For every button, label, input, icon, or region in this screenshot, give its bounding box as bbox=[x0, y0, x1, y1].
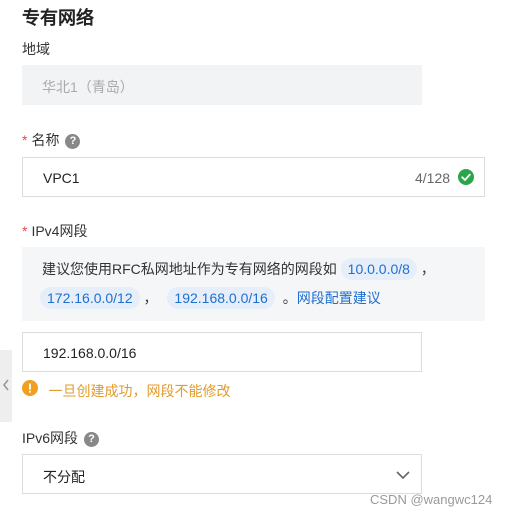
tip-line-1: 建议您使用RFC私网地址作为专有网络的网段如 10.0.0.0/8 ， bbox=[42, 258, 435, 280]
ipv4-tip-box: 建议您使用RFC私网地址作为专有网络的网段如 10.0.0.0/8 ， 172.… bbox=[22, 247, 485, 321]
region-label: 地域 bbox=[22, 41, 50, 57]
required-mark: * bbox=[22, 132, 28, 148]
watermark: CSDN @wangwc124 bbox=[370, 492, 493, 507]
ipv6-select[interactable]: 不分配 bbox=[22, 454, 422, 494]
ipv4-warning: 一旦创建成功，网段不能修改 bbox=[22, 380, 230, 401]
name-counter: 4/128 bbox=[415, 170, 451, 186]
ipv4-label: IPv4网段 bbox=[31, 223, 88, 239]
ipv4-input[interactable]: 192.168.0.0/16 bbox=[22, 332, 422, 372]
ipv4-label-row: * IPv4网段 bbox=[22, 221, 87, 241]
suggestion-chip[interactable]: 10.0.0.0/8 bbox=[340, 258, 417, 280]
help-icon[interactable]: ? bbox=[84, 431, 100, 447]
check-circle-icon bbox=[458, 169, 474, 190]
tip-line-2: 172.16.0.0/12 ， 192.168.0.0/16 。网段配置建议 bbox=[40, 287, 381, 309]
ipv6-label: IPv6网段 bbox=[22, 430, 79, 446]
region-value: 华北1（青岛） bbox=[42, 79, 134, 95]
separator: ， bbox=[143, 290, 158, 306]
tip-text: 建议您使用RFC私网地址作为专有网络的网段如 bbox=[42, 261, 337, 277]
ipv4-value: 192.168.0.0/16 bbox=[43, 345, 137, 361]
chevron-left-icon bbox=[1, 378, 11, 397]
cidr-advice-link[interactable]: 网段配置建议 bbox=[297, 290, 381, 306]
warning-text: 一旦创建成功，网段不能修改 bbox=[48, 382, 231, 399]
end-mark: 。 bbox=[282, 290, 297, 306]
ipv6-selected: 不分配 bbox=[43, 469, 85, 485]
help-icon[interactable]: ? bbox=[65, 133, 81, 149]
name-label-row: * 名称? bbox=[22, 130, 81, 150]
warning-icon bbox=[22, 380, 38, 401]
chevron-down-icon bbox=[395, 468, 411, 486]
suggestion-chip[interactable]: 172.16.0.0/12 bbox=[40, 287, 140, 309]
separator: ， bbox=[420, 261, 435, 277]
collapse-tab[interactable] bbox=[0, 350, 12, 422]
suggestion-chip[interactable]: 192.168.0.0/16 bbox=[167, 287, 275, 309]
section-title: 专有网络 bbox=[22, 8, 94, 28]
ipv6-label-row: IPv6网段? bbox=[22, 428, 100, 448]
name-label: 名称 bbox=[31, 132, 60, 148]
name-value: VPC1 bbox=[43, 170, 80, 186]
name-input[interactable]: VPC1 4/128 bbox=[22, 157, 485, 197]
region-field: 华北1（青岛） bbox=[22, 65, 422, 105]
required-mark: * bbox=[22, 223, 28, 239]
